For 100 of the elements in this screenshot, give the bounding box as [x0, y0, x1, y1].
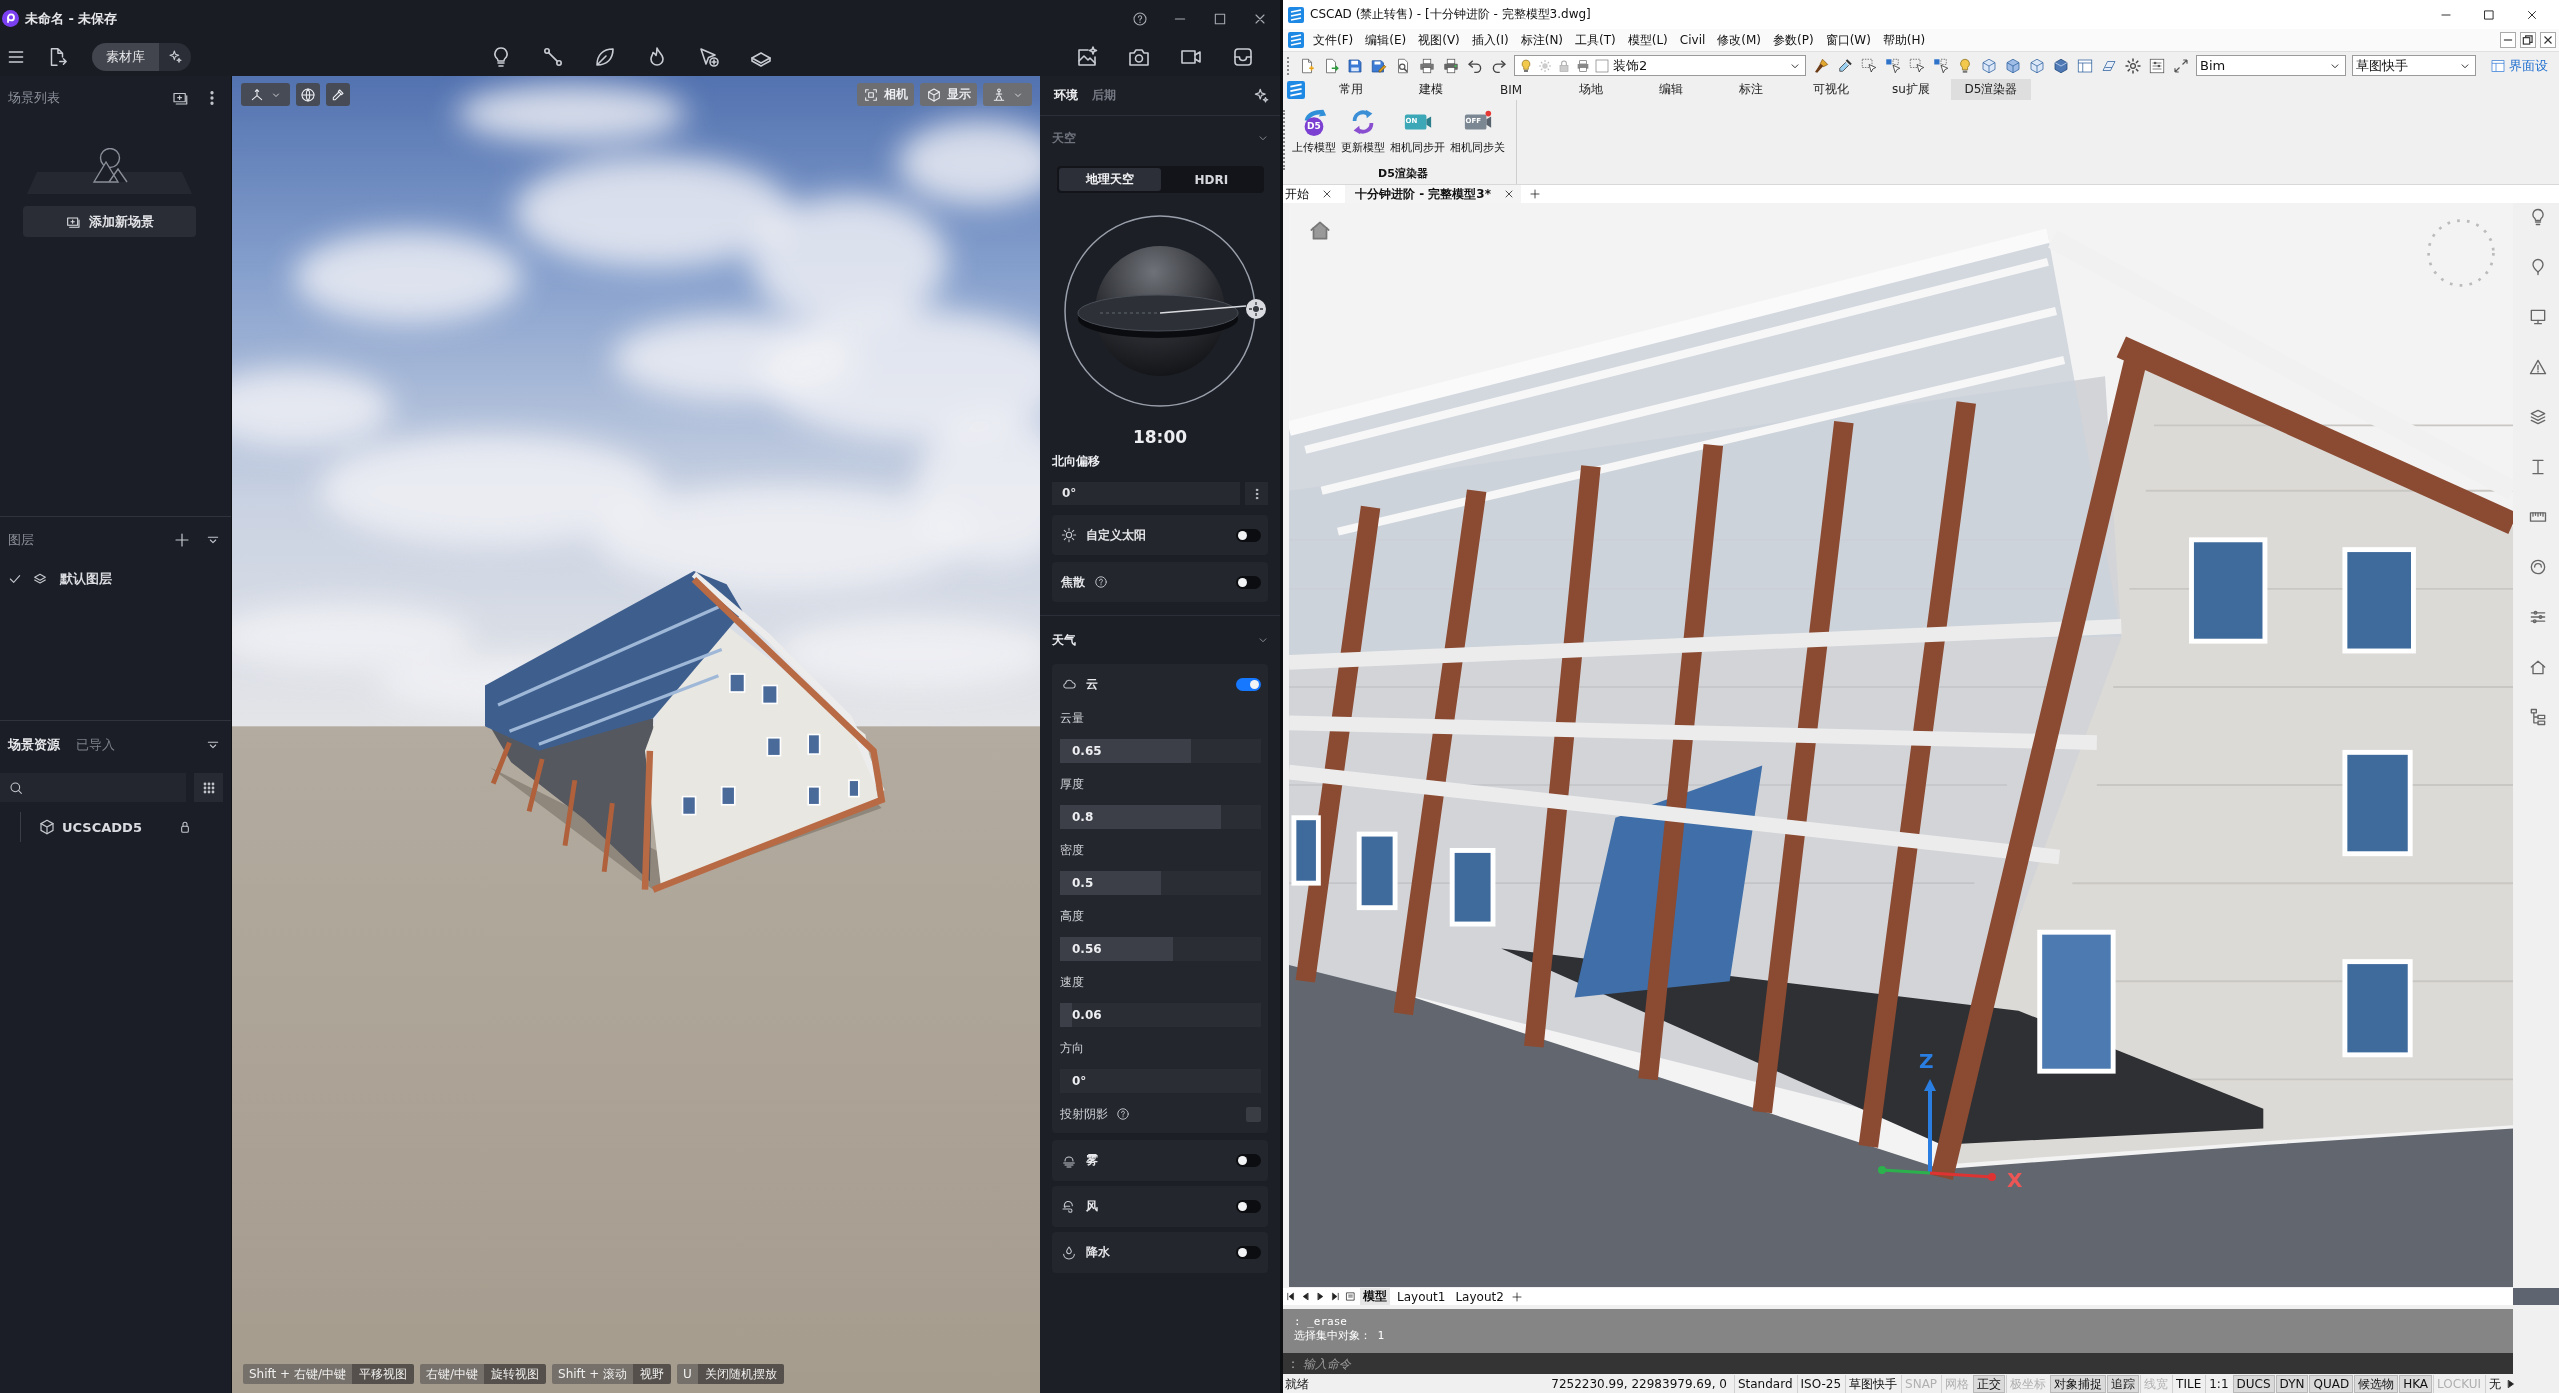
- table-icon[interactable]: [2076, 56, 2094, 75]
- ribbon-tab[interactable]: BIM: [1471, 79, 1551, 100]
- status-toggle[interactable]: DYN: [2275, 1375, 2309, 1393]
- workspace-dropdown[interactable]: Bim: [2196, 55, 2346, 76]
- view-option-button[interactable]: 显示: [920, 83, 977, 106]
- select-window-icon[interactable]: [1860, 56, 1878, 75]
- resize-arrows-icon[interactable]: [2172, 56, 2190, 75]
- ribbon-tab[interactable]: 常用: [1311, 79, 1391, 100]
- status-item[interactable]: 草图快手: [1845, 1375, 1901, 1393]
- document-tab[interactable]: 十分钟进阶 - 完整模型3*: [1345, 185, 1521, 203]
- brush-icon[interactable]: [1812, 56, 1830, 75]
- sparkle-button[interactable]: [159, 42, 191, 71]
- menu-item[interactable]: 标注(N): [1514, 31, 1570, 49]
- axis-mode-button[interactable]: [241, 83, 290, 106]
- cube-icon[interactable]: [2028, 56, 2046, 75]
- layout-tab[interactable]: 模型: [1360, 1288, 1390, 1305]
- menu-item[interactable]: 文件(F): [1307, 31, 1360, 49]
- sheet-icon[interactable]: [1345, 1291, 1356, 1302]
- ribbon-tab[interactable]: su扩展: [1871, 79, 1951, 100]
- search-field[interactable]: [0, 773, 186, 802]
- slider-track[interactable]: 0.56: [1060, 937, 1261, 961]
- status-item[interactable]: Standard: [1733, 1375, 1796, 1393]
- toggle-switch[interactable]: [1236, 528, 1261, 542]
- help-icon[interactable]: [1094, 575, 1108, 589]
- cube-icon[interactable]: [1980, 56, 1998, 75]
- sun-position-handle[interactable]: [1246, 299, 1266, 319]
- next-icon[interactable]: [1315, 1291, 1326, 1302]
- status-item[interactable]: TILE: [2172, 1375, 2205, 1393]
- ribbon-tab[interactable]: 场地: [1551, 79, 1631, 100]
- person-view-button[interactable]: [983, 83, 1032, 106]
- ribbon-tab[interactable]: 建模: [1391, 79, 1471, 100]
- toggle-switch[interactable]: [1236, 677, 1261, 691]
- menu-item[interactable]: 视图(V): [1412, 31, 1466, 49]
- panel-tab[interactable]: 后期: [1092, 87, 1116, 104]
- printer-icon[interactable]: [1418, 56, 1436, 75]
- cube-icon[interactable]: [2004, 56, 2022, 75]
- maximize-icon[interactable]: [2482, 7, 2496, 22]
- globe-button[interactable]: [296, 83, 320, 106]
- menu-item[interactable]: Civil: [1673, 33, 1712, 47]
- ribbon-tab[interactable]: 编辑: [1631, 79, 1711, 100]
- sky-mode-tab[interactable]: 地理天空: [1059, 168, 1161, 191]
- printer-icon[interactable]: [1442, 56, 1460, 75]
- add-scene-button[interactable]: 添加新场景: [23, 206, 196, 237]
- toggle-switch[interactable]: [1236, 1246, 1261, 1259]
- status-item[interactable]: 1:1: [2205, 1375, 2232, 1393]
- library-button[interactable]: 素材库: [92, 42, 159, 71]
- status-toggle[interactable]: 候选物: [2354, 1375, 2399, 1393]
- menu-item[interactable]: 参数(P): [1767, 31, 1820, 49]
- status-toggle[interactable]: 追踪: [2107, 1375, 2140, 1393]
- close-icon[interactable]: [2540, 32, 2556, 48]
- status-toggle[interactable]: HKA: [2399, 1375, 2433, 1393]
- layer-dropdown[interactable]: 装饰2: [1514, 55, 1806, 76]
- status-item[interactable]: ISO-25: [1796, 1375, 1845, 1393]
- status-toggle[interactable]: QUAD: [2309, 1375, 2354, 1393]
- layout-tab[interactable]: Layout2: [1452, 1288, 1507, 1305]
- orbit-icon[interactable]: [2528, 557, 2548, 577]
- slider-track[interactable]: 0.8: [1060, 805, 1261, 829]
- ribbon-button[interactable]: D5 上传模型: [1290, 107, 1338, 162]
- slider-track[interactable]: 0.06: [1060, 1003, 1261, 1027]
- monitor-icon[interactable]: [2528, 307, 2548, 327]
- layout-tab[interactable]: Layout1: [1394, 1288, 1449, 1305]
- toggle-switch[interactable]: [1236, 575, 1261, 589]
- menu-item[interactable]: 模型(L): [1621, 31, 1674, 49]
- ribbon-tab[interactable]: 可视化: [1791, 79, 1871, 100]
- tree-structure-icon[interactable]: [2528, 707, 2548, 727]
- north-offset-field[interactable]: 0°: [1052, 482, 1240, 505]
- close-icon[interactable]: [1321, 188, 1333, 200]
- slider-track[interactable]: 0.65: [1060, 739, 1261, 763]
- eyedropper-button[interactable]: [326, 83, 350, 106]
- assets-tab[interactable]: 已导入: [76, 736, 115, 754]
- interface-settings-button[interactable]: 界面设: [2490, 56, 2548, 75]
- help-icon[interactable]: [1116, 1107, 1130, 1121]
- add-icon[interactable]: [173, 531, 191, 549]
- more-button[interactable]: [1245, 482, 1268, 505]
- add-tab-icon[interactable]: [1510, 1290, 1523, 1303]
- sliders-icon[interactable]: [2148, 56, 2166, 75]
- restore-icon[interactable]: [2520, 32, 2536, 48]
- previous-icon[interactable]: [1300, 1291, 1311, 1302]
- menu-item[interactable]: 帮助(H): [1876, 31, 1932, 49]
- eyedropper-icon[interactable]: [1836, 56, 1854, 75]
- menu-item[interactable]: 编辑(E): [1359, 31, 1413, 49]
- assets-tab[interactable]: 场景资源: [8, 736, 60, 754]
- toggle-switch[interactable]: [1236, 1154, 1261, 1167]
- command-input-field[interactable]: : 输入命令: [1283, 1353, 2513, 1374]
- menu-item[interactable]: 工具(T): [1569, 31, 1622, 49]
- layer-name[interactable]: 默认图层: [60, 570, 112, 588]
- select-group-icon[interactable]: [1884, 56, 1902, 75]
- last-page-icon[interactable]: [1330, 1291, 1341, 1302]
- menu-item[interactable]: 窗口(W): [1819, 31, 1877, 49]
- panel-tab[interactable]: 环境: [1054, 87, 1078, 104]
- view-option-button[interactable]: 相机: [857, 83, 914, 106]
- cube-icon[interactable]: [2052, 56, 2070, 75]
- first-page-icon[interactable]: [1285, 1291, 1296, 1302]
- caret-icon[interactable]: [2505, 1378, 2517, 1390]
- document-tab[interactable]: 开始: [1283, 185, 1337, 203]
- direction-field[interactable]: 0°: [1060, 1069, 1261, 1093]
- save-icon[interactable]: [1346, 56, 1364, 75]
- sparkle-icon[interactable]: [1252, 86, 1270, 105]
- asset-name[interactable]: UCSCADD5: [62, 819, 142, 835]
- warning-icon[interactable]: [2528, 357, 2548, 377]
